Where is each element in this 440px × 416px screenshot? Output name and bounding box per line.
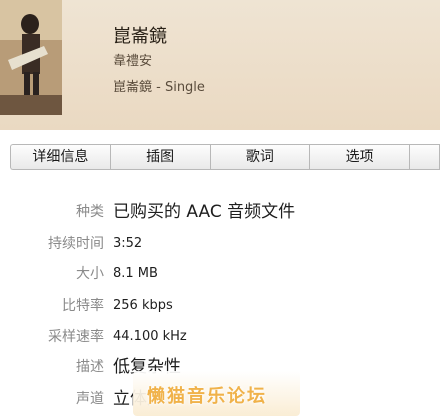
track-title: 崑崙鏡 bbox=[113, 26, 167, 47]
tab-details[interactable]: 详细信息 bbox=[11, 145, 111, 169]
detail-label-description: 描述 bbox=[76, 359, 104, 375]
detail-value-bitrate: 256 kbps bbox=[113, 298, 173, 313]
detail-label-sample-rate: 采样速率 bbox=[48, 329, 104, 345]
detail-value-kind: 已购买的 AAC 音频文件 bbox=[113, 202, 296, 222]
track-artist: 韋禮安 bbox=[113, 54, 153, 69]
track-header bbox=[0, 0, 440, 130]
info-tab-bar: 详细信息 插图 歌词 选项 bbox=[10, 144, 440, 170]
detail-label-bitrate: 比特率 bbox=[62, 298, 104, 314]
tab-more[interactable] bbox=[410, 145, 440, 169]
detail-label-kind: 种类 bbox=[76, 204, 104, 220]
detail-row-sample-rate: 采样速率 44.100 kHz bbox=[0, 325, 440, 349]
detail-row-duration: 持续时间 3:52 bbox=[0, 232, 440, 256]
detail-value-duration: 3:52 bbox=[113, 236, 143, 251]
detail-value-sample-rate: 44.100 kHz bbox=[113, 329, 187, 344]
detail-row-kind: 种类 已购买的 AAC 音频文件 bbox=[0, 200, 440, 224]
detail-label-channels: 声道 bbox=[76, 391, 104, 407]
album-artwork bbox=[0, 0, 62, 115]
tab-options[interactable]: 选项 bbox=[310, 145, 411, 169]
detail-label-duration: 持续时间 bbox=[48, 236, 104, 252]
detail-row-bitrate: 比特率 256 kbps bbox=[0, 294, 440, 318]
detail-label-size: 大小 bbox=[76, 266, 104, 282]
watermark-text: 懒猫音乐论坛 bbox=[147, 386, 267, 407]
detail-row-size: 大小 8.1 MB bbox=[0, 262, 440, 286]
tab-artwork[interactable]: 插图 bbox=[111, 145, 211, 169]
tab-lyrics[interactable]: 歌词 bbox=[211, 145, 311, 169]
detail-value-size: 8.1 MB bbox=[113, 266, 158, 281]
track-album: 崑崙鏡 - Single bbox=[113, 80, 205, 95]
